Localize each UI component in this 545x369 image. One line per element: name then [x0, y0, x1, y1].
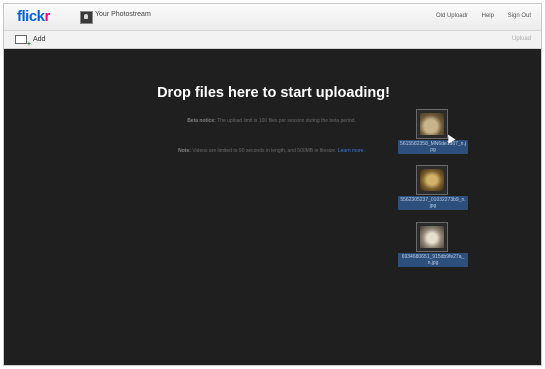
video-note-text: Videos are limited to 90 seconds in leng…	[190, 148, 338, 154]
learn-more-link[interactable]: Learn more.	[338, 148, 365, 154]
file-thumbnail	[416, 109, 448, 139]
uploadr-window: flickr Your Photostream Old Uploadr Help…	[3, 3, 542, 366]
beta-notice-label: Beta notice:	[187, 118, 216, 124]
help-link[interactable]: Help	[482, 13, 494, 19]
upload-toolbar: Add Upload	[4, 31, 541, 49]
file-item[interactable]: 5562305237_01032273b9_n.jpg	[398, 165, 468, 210]
file-thumbnail	[416, 165, 448, 195]
file-item[interactable]: 6934680651_915db9fe27a_n.jpg	[398, 222, 468, 267]
old-uploadr-link[interactable]: Old Uploadr	[436, 13, 468, 19]
top-navigation-bar: flickr Your Photostream Old Uploadr Help…	[4, 4, 541, 31]
drop-headline: Drop files here to start uploading!	[157, 85, 390, 101]
beta-notice: Beta notice: The upload limit is 100 fil…	[144, 118, 399, 124]
add-label: Add	[33, 36, 46, 43]
beta-notice-text: The upload limit is 100 files per sessio…	[215, 118, 356, 124]
video-note-label: Note:	[178, 148, 191, 154]
file-item[interactable]: 5615582358_MN6de1d67_n.jpg	[398, 109, 468, 154]
header-links: Old Uploadr Help Sign Out	[424, 13, 531, 19]
file-name: 5562305237_01032273b9_n.jpg	[398, 196, 468, 210]
flickr-logo[interactable]: flickr	[17, 8, 50, 25]
file-thumbnail	[416, 222, 448, 252]
add-photo-icon	[15, 35, 31, 48]
sign-out-link[interactable]: Sign Out	[508, 13, 531, 19]
file-name: 6934680651_915db9fe27a_n.jpg	[398, 253, 468, 267]
upload-button[interactable]: Upload	[512, 36, 531, 42]
add-button[interactable]: Add	[15, 35, 46, 48]
user-avatar-icon[interactable]	[80, 11, 93, 24]
your-photostream-link[interactable]: Your Photostream	[95, 11, 151, 18]
file-name: 5615582358_MN6de1d67_n.jpg	[398, 140, 468, 154]
video-note: Note: Videos are limited to 90 seconds i…	[144, 148, 399, 154]
